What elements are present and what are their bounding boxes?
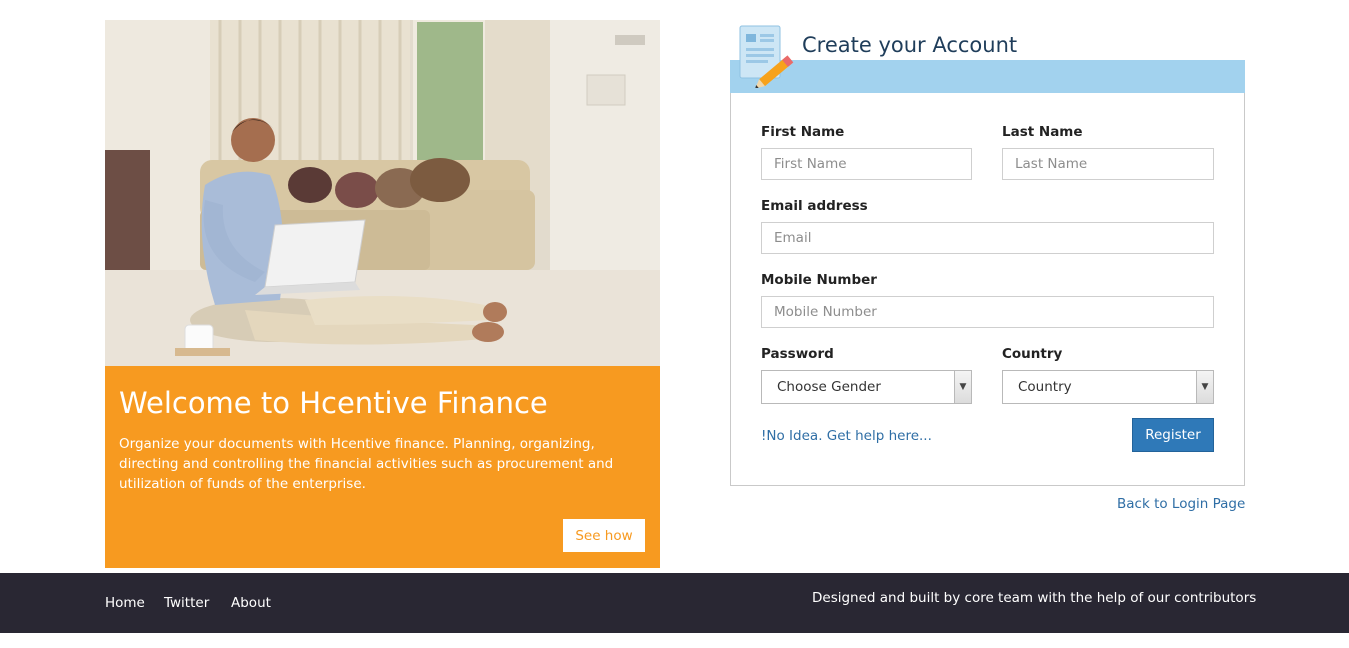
gender-select-value: Choose Gender [777, 379, 881, 395]
footer-link-home[interactable]: Home [105, 595, 145, 611]
register-button[interactable]: Register [1132, 418, 1214, 452]
country-label: Country [1002, 346, 1063, 362]
password-label: Password [761, 346, 834, 362]
edit-document-icon [736, 24, 802, 89]
mobile-label: Mobile Number [761, 272, 877, 288]
footer-link-twitter[interactable]: Twitter [164, 595, 209, 611]
see-how-button[interactable]: See how [563, 519, 645, 552]
hero-illustration [105, 20, 660, 366]
email-label: Email address [761, 198, 868, 214]
last-name-label: Last Name [1002, 124, 1083, 140]
chevron-down-icon: ▼ [954, 371, 971, 403]
first-name-input[interactable] [761, 148, 972, 180]
footer: Home Twitter About Designed and built by… [0, 573, 1349, 633]
promo-description: Organize your documents with Hcentive fi… [119, 436, 614, 492]
email-input[interactable] [761, 222, 1214, 254]
country-select-value: Country [1018, 379, 1072, 395]
promo-title: Welcome to Hcentive Finance [119, 386, 548, 420]
register-header: Create your Account [730, 20, 1245, 94]
help-link[interactable]: !No Idea. Get help here... [761, 428, 932, 444]
footer-credits: Designed and built by core team with the… [812, 590, 1257, 606]
last-name-input[interactable] [1002, 148, 1214, 180]
first-name-label: First Name [761, 124, 845, 140]
country-select[interactable]: Country ▼ [1002, 370, 1214, 404]
back-to-login-link[interactable]: Back to Login Page [1117, 496, 1245, 512]
gender-select[interactable]: Choose Gender ▼ [761, 370, 972, 404]
mobile-input[interactable] [761, 296, 1214, 328]
hero-image [105, 20, 660, 366]
chevron-down-icon: ▼ [1196, 371, 1213, 403]
header-band [730, 60, 1245, 93]
register-form: First Name Last Name Email address Mobil… [730, 93, 1245, 486]
footer-link-about[interactable]: About [231, 595, 271, 611]
promo-panel: Welcome to Hcentive Finance Organize you… [105, 20, 660, 568]
register-title: Create your Account [802, 33, 1018, 57]
promo-card: Welcome to Hcentive Finance Organize you… [105, 366, 660, 568]
